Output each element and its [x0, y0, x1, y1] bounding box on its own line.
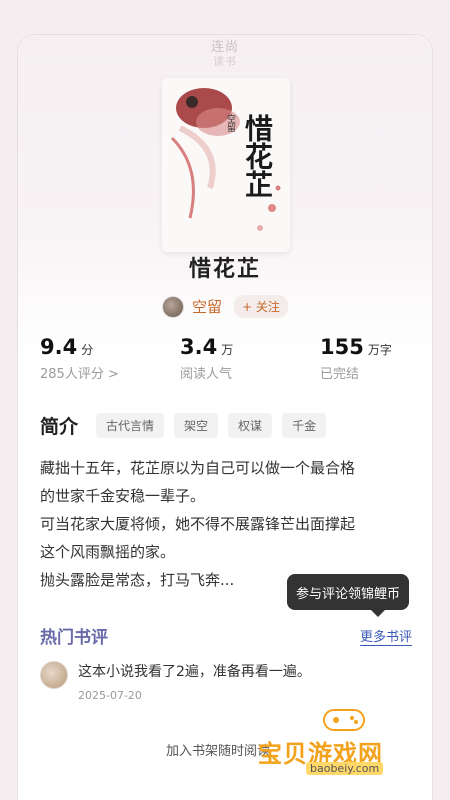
intro-header: 简介 古代言情 架空 权谋 千金 [40, 412, 327, 439]
reviewer-avatar [40, 661, 68, 689]
gamepad-icon [323, 709, 365, 731]
hot-reviews-title: 热门书评 [40, 628, 108, 648]
brand-logo: 连尚 读书 [211, 41, 239, 69]
rating-value: 9.4 [40, 335, 78, 359]
review-item[interactable]: 这本小说我看了2遍，准备再看一遍。 2025-07-20 [40, 661, 311, 702]
cover-title-art: 惜花芷 [241, 114, 274, 198]
tag[interactable]: 权谋 [228, 413, 273, 438]
wordcount-unit: 万字 [367, 343, 392, 357]
author-row: 空留 + 关注 [18, 295, 432, 318]
add-to-shelf-link[interactable]: 加入书架随时阅读 [166, 740, 270, 759]
rating-count-link[interactable]: 285人评分 > [40, 363, 160, 382]
follow-button[interactable]: + 关注 [234, 295, 288, 318]
review-reward-tooltip[interactable]: 参与评论领锦鲤币 [287, 574, 409, 617]
book-detail-card: 连尚 读书 惜花芷 空留 惜花芷 空留 + 关注 9.4 分 285人评分 > 3… [17, 34, 433, 800]
status-label: 已完结 [320, 367, 360, 382]
brand-line-1: 连尚 [210, 40, 240, 55]
rating-unit: 分 [81, 343, 94, 357]
popularity-unit: 万 [221, 343, 234, 357]
intro-line: 的世家千金安稳一辈子。 [40, 487, 206, 505]
intro-text[interactable]: 藏拙十五年，花芷原以为自己可以做一个最合格 的世家千金安稳一辈子。 可当花家大厦… [40, 454, 420, 594]
more-reviews-link[interactable]: 更多书评 [359, 626, 412, 646]
stat-rating[interactable]: 9.4 分 285人评分 > [40, 335, 160, 382]
review-text: 这本小说我看了2遍，准备再看一遍。 [78, 664, 311, 680]
popularity-value: 3.4 [180, 335, 218, 359]
tag[interactable]: 古代言情 [96, 413, 165, 438]
stat-popularity: 3.4 万 阅读人气 [180, 335, 300, 382]
intro-line: 这个风雨飘摇的家。 [40, 543, 176, 561]
cover-author-label: 空留 [225, 114, 235, 132]
stat-wordcount: 155 万字 已完结 [320, 335, 410, 382]
site-watermark: 宝贝游戏网 baobeiy.com [258, 700, 418, 775]
watermark-url: baobeiy.com [306, 762, 384, 775]
book-title: 惜花芷 [188, 257, 261, 282]
stats-row: 9.4 分 285人评分 > 3.4 万 阅读人气 155 万字 已完结 [18, 335, 432, 382]
intro-line: 可当花家大厦将倾，她不得不展露锋芒出面撑起 [40, 515, 356, 533]
author-name[interactable]: 空留 [192, 296, 222, 317]
intro-line: 藏拙十五年，花芷原以为自己可以做一个最合格 [40, 459, 356, 477]
tag[interactable]: 架空 [174, 413, 219, 438]
wordcount-value: 155 [320, 335, 364, 359]
hot-reviews-header: 热门书评 更多书评 [40, 623, 412, 648]
author-avatar[interactable] [162, 295, 185, 318]
intro-title: 简介 [40, 416, 79, 438]
tag[interactable]: 千金 [282, 413, 327, 438]
brand-line-2: 读书 [212, 55, 237, 68]
book-cover[interactable]: 惜花芷 空留 [162, 78, 290, 252]
popularity-label: 阅读人气 [180, 367, 233, 382]
